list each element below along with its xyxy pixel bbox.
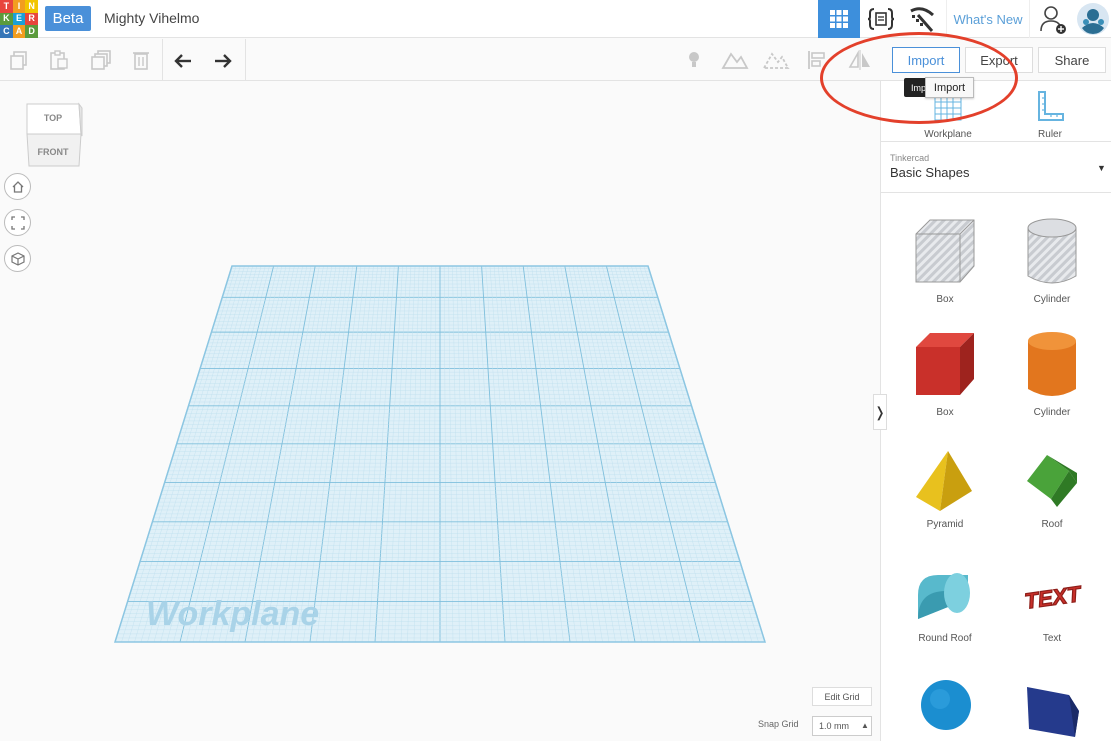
shape-label: Roof: [1041, 519, 1063, 530]
light-icon: [689, 52, 699, 67]
logo-letter: C: [0, 25, 13, 38]
logo-letter: K: [0, 12, 13, 26]
shape-label: Cylinder: [1033, 294, 1071, 305]
duplicate-icon: [91, 50, 111, 70]
add-user-button[interactable]: [1034, 0, 1072, 38]
shape-label: Text: [1042, 633, 1062, 644]
edit-grid-button[interactable]: Edit Grid: [812, 687, 872, 706]
snap-grid-label: Snap Grid: [758, 719, 799, 729]
whats-new-link[interactable]: What's New: [946, 0, 1030, 38]
shape-library-selector[interactable]: Tinkercad Basic Shapes: [890, 153, 970, 180]
shape-box[interactable]: Box: [900, 327, 990, 418]
light-button[interactable]: [677, 45, 711, 75]
logo-letter: I: [12, 0, 26, 13]
cylinder-hole-icon: [1027, 218, 1077, 284]
round-roof-icon: [918, 573, 970, 619]
text-shape-icon: TEXT: [1022, 580, 1084, 614]
library-source: Tinkercad: [890, 153, 930, 163]
hole-button[interactable]: [759, 45, 793, 75]
ruler-icon: [1038, 91, 1064, 121]
tinkercad-logo[interactable]: TINKERCAD: [0, 0, 38, 38]
logo-letter: D: [25, 25, 38, 38]
undo-icon: [174, 54, 191, 68]
grid-view-button[interactable]: [818, 0, 860, 38]
share-button[interactable]: Share: [1038, 47, 1106, 73]
shape-sphere[interactable]: [900, 675, 990, 741]
codeblocks-icon: [867, 8, 895, 30]
library-dropdown-icon[interactable]: ▼: [1097, 163, 1106, 173]
shape-roof[interactable]: Roof: [1007, 447, 1097, 530]
cylinder-icon: [1028, 332, 1076, 396]
logo-letter: A: [12, 25, 26, 38]
redo-icon: [215, 54, 232, 68]
design-title[interactable]: Mighty Vihelmo: [104, 10, 199, 26]
ruler-tool[interactable]: Ruler: [1010, 86, 1090, 140]
polygon-icon: [1027, 687, 1079, 737]
roof-icon: [1027, 455, 1077, 507]
minecraft-icon: [910, 7, 935, 32]
logo-letter: E: [12, 12, 26, 26]
chevron-right-icon: ❭: [874, 403, 886, 420]
box-icon: [916, 333, 974, 395]
copy-button[interactable]: [2, 45, 36, 75]
shape-round-roof[interactable]: Round Roof: [900, 561, 990, 644]
beta-badge: Beta: [45, 6, 91, 31]
redo-button[interactable]: [206, 45, 240, 75]
logo-letter: R: [25, 12, 38, 26]
pyramid-icon: [916, 451, 972, 511]
shape-hole-icon: [762, 52, 790, 69]
copy-icon: [10, 51, 27, 70]
ruler-tool-label: Ruler: [1038, 129, 1062, 140]
sphere-icon: [921, 680, 971, 730]
workplane-label: Workplane: [146, 595, 319, 633]
shape-polygon[interactable]: [1007, 675, 1097, 741]
shape-cylinder-hole[interactable]: Cylinder: [1007, 214, 1097, 305]
collapse-panel-button[interactable]: ❭: [873, 394, 887, 430]
tinkercad-editor: TINKERCAD Beta Mighty Vihelmo What's New…: [0, 0, 1111, 741]
codeblocks-button[interactable]: [862, 0, 900, 38]
shape-label: Cylinder: [1033, 407, 1071, 418]
workplane-grid[interactable]: Workplane: [0, 82, 880, 741]
shapes-panel: Workplane Ruler Tinkercad Basic Shapes ▼…: [880, 81, 1111, 741]
delete-icon: [133, 52, 149, 70]
library-name: Basic Shapes: [890, 165, 970, 180]
shape-box-hole[interactable]: Box: [900, 214, 990, 305]
duplicate-button[interactable]: [84, 45, 118, 75]
shape-text[interactable]: TEXT Text: [1007, 561, 1097, 644]
shape-pyramid[interactable]: Pyramid: [900, 447, 990, 530]
text-shape-glyph: TEXT: [1023, 581, 1084, 614]
add-user-icon: [1040, 6, 1066, 34]
import-tooltip: Import: [925, 77, 974, 98]
shape-cylinder[interactable]: Cylinder: [1007, 327, 1097, 418]
box-hole-icon: [915, 219, 975, 283]
shape-label: Pyramid: [926, 519, 964, 530]
shape-label: Box: [936, 294, 954, 305]
logo-letter: T: [0, 0, 13, 13]
logo-letter: N: [25, 0, 38, 13]
solid-button[interactable]: [718, 45, 752, 75]
workplane-tool-label: Workplane: [924, 129, 972, 140]
top-bar: TINKERCAD Beta Mighty Vihelmo What's New: [0, 0, 1111, 38]
avatar-icon: [1076, 3, 1109, 35]
grid-view-icon: [830, 10, 848, 28]
select-arrow-icon: ▲: [861, 721, 869, 730]
shape-label: Round Roof: [918, 633, 972, 644]
shape-label: Box: [936, 407, 954, 418]
user-avatar[interactable]: [1074, 0, 1111, 38]
paste-button[interactable]: [42, 45, 76, 75]
undo-button[interactable]: [166, 45, 200, 75]
shape-solid-icon: [721, 52, 749, 69]
paste-icon: [50, 50, 68, 70]
delete-button[interactable]: [124, 45, 158, 75]
